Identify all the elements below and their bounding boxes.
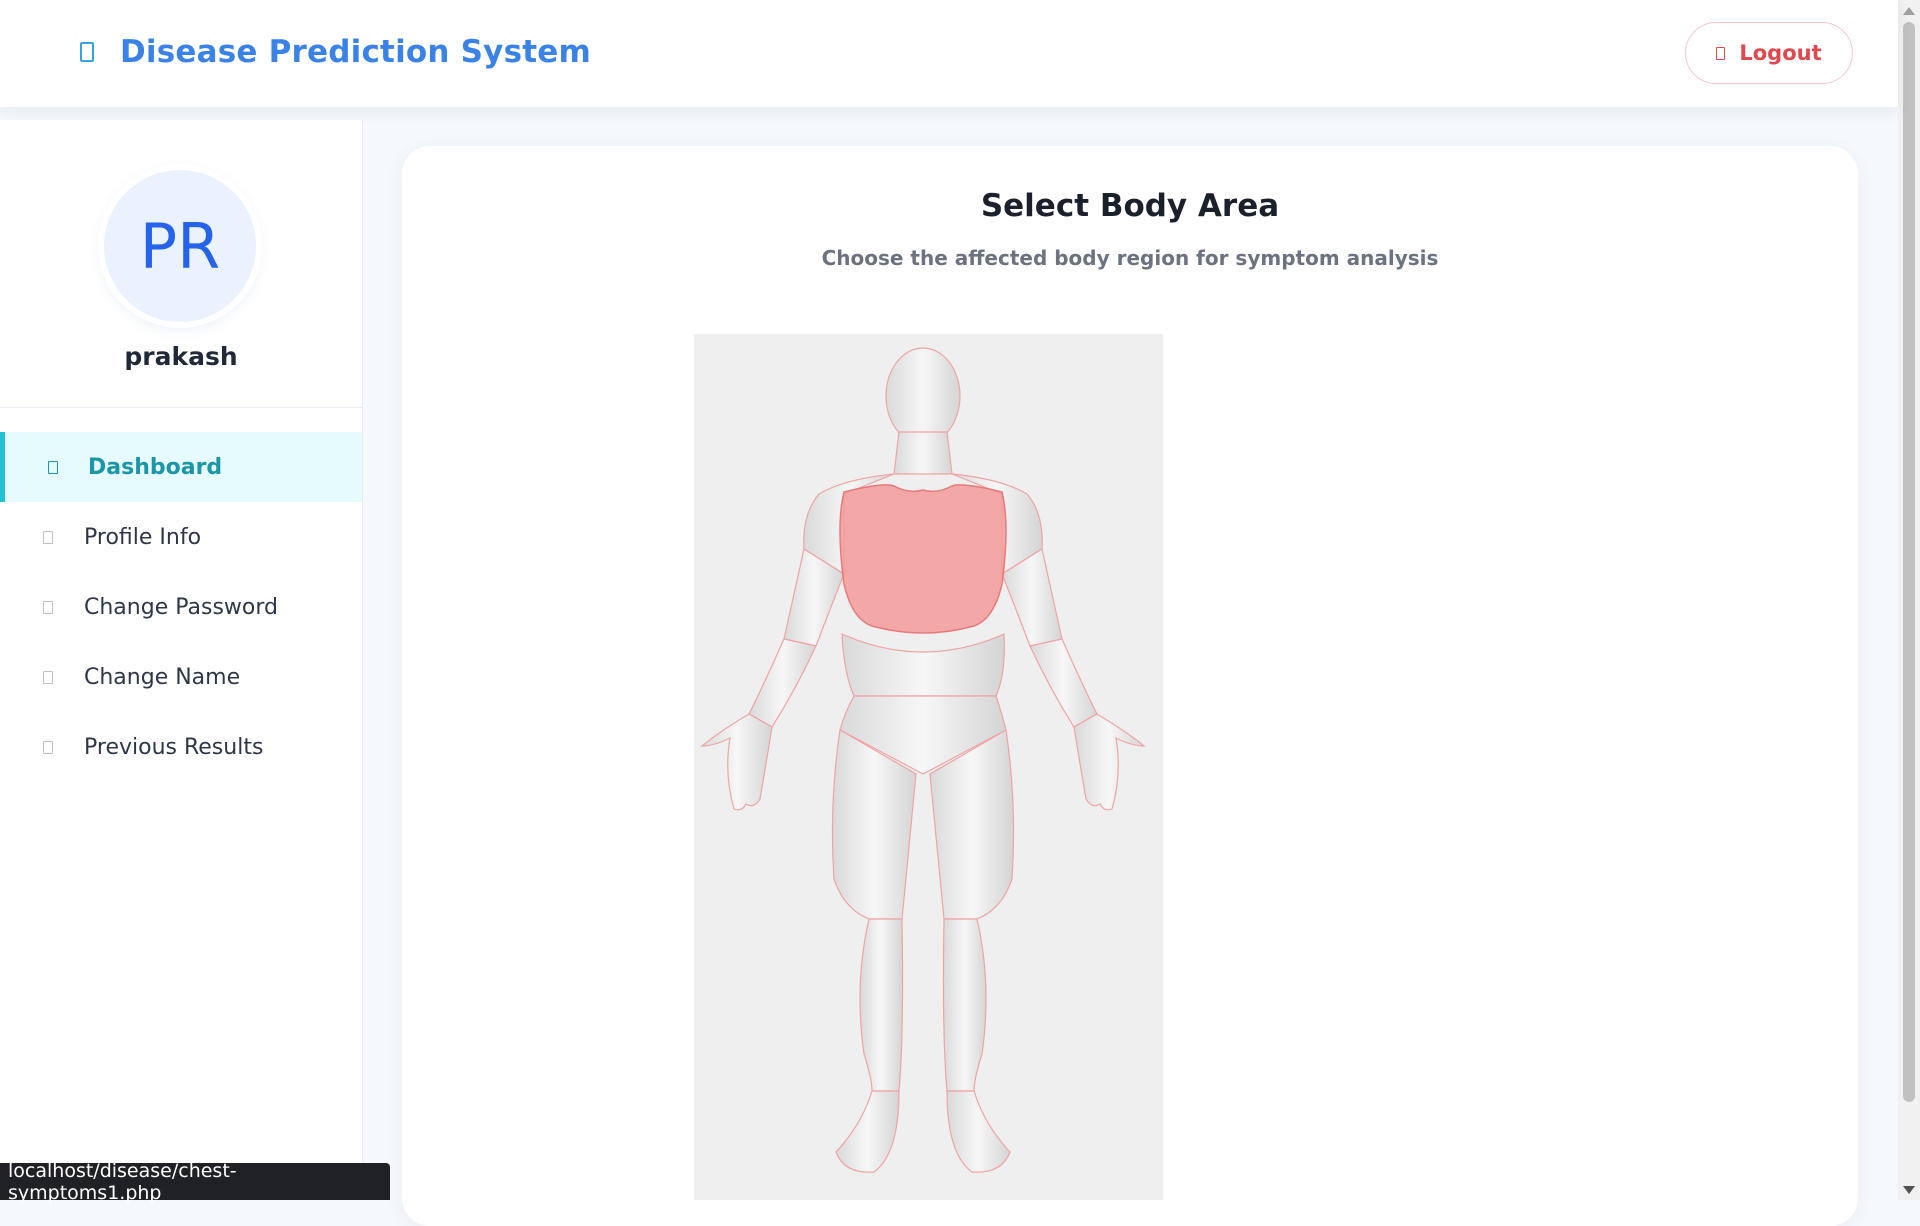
sidebar-divider bbox=[0, 407, 362, 408]
body-area-card: Select Body Area Choose the affected bod… bbox=[402, 146, 1858, 1226]
logout-label: Logout bbox=[1739, 41, 1822, 65]
logout-button[interactable]: Logout bbox=[1685, 22, 1853, 84]
lock-icon bbox=[43, 600, 53, 614]
sidebar-item-label: Profile Info bbox=[84, 524, 202, 550]
right-forearm-region[interactable] bbox=[1029, 638, 1098, 728]
sidebar-item-change-password[interactable]: Change Password bbox=[0, 572, 362, 642]
head-region[interactable] bbox=[885, 347, 961, 445]
home-icon bbox=[48, 460, 58, 474]
sidebar-item-profile-info[interactable]: Profile Info bbox=[0, 502, 362, 572]
right-hand-region[interactable] bbox=[1073, 713, 1146, 811]
neck-region[interactable] bbox=[893, 431, 953, 475]
page-scrollbar[interactable] bbox=[1898, 0, 1920, 1200]
app-title: Disease Prediction System bbox=[120, 34, 591, 70]
chest-region[interactable] bbox=[839, 484, 1007, 634]
sidebar-item-label: Change Name bbox=[84, 664, 241, 690]
scroll-thumb[interactable] bbox=[1903, 22, 1915, 1102]
edit-icon bbox=[43, 670, 53, 684]
sidebar-nav: Dashboard Profile Info Change Password C… bbox=[0, 432, 362, 782]
right-foot-region[interactable] bbox=[946, 1090, 1011, 1173]
brand[interactable]: Disease Prediction System bbox=[80, 34, 591, 70]
sidebar-item-label: Previous Results bbox=[84, 734, 264, 760]
history-icon bbox=[43, 740, 53, 754]
scroll-up-arrow-icon[interactable] bbox=[1903, 7, 1915, 15]
sidebar-item-previous-results[interactable]: Previous Results bbox=[0, 712, 362, 782]
logout-icon bbox=[1716, 46, 1726, 60]
abdomen-region[interactable] bbox=[841, 633, 1005, 697]
left-forearm-region[interactable] bbox=[748, 638, 817, 728]
username: prakash bbox=[124, 342, 238, 371]
scroll-down-arrow-icon[interactable] bbox=[1903, 1186, 1915, 1194]
sidebar-item-label: Change Password bbox=[84, 594, 278, 620]
right-leg-region[interactable] bbox=[942, 918, 987, 1092]
left-hand-region[interactable] bbox=[700, 713, 773, 811]
body-map bbox=[694, 334, 1163, 1200]
left-leg-region[interactable] bbox=[859, 918, 904, 1092]
page-title: Select Body Area bbox=[980, 188, 1280, 224]
sidebar: PR prakash Dashboard Profile Info Change… bbox=[0, 120, 363, 1200]
sidebar-item-change-name[interactable]: Change Name bbox=[0, 642, 362, 712]
hospital-icon bbox=[80, 42, 94, 62]
sidebar-item-label: Dashboard bbox=[88, 454, 223, 480]
avatar: PR bbox=[104, 170, 256, 322]
page-subtitle: Choose the affected body region for symp… bbox=[821, 246, 1439, 270]
top-header: Disease Prediction System Logout bbox=[0, 0, 1898, 107]
link-status-bar: localhost/disease/chest-symptoms1.php bbox=[0, 1160, 390, 1204]
left-foot-region[interactable] bbox=[835, 1090, 900, 1173]
user-icon bbox=[43, 530, 53, 544]
sidebar-item-dashboard[interactable]: Dashboard bbox=[0, 432, 362, 502]
